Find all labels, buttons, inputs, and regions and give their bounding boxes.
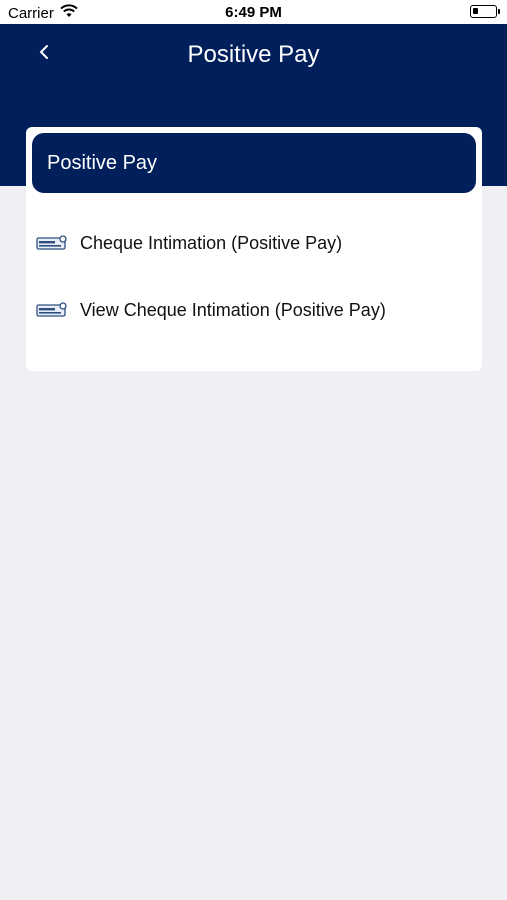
cheque-icon xyxy=(36,234,68,252)
menu-item-label: Cheque Intimation (Positive Pay) xyxy=(80,232,343,253)
cheque-icon xyxy=(36,301,68,319)
menu-item-cheque-intimation[interactable]: Cheque Intimation (Positive Pay) xyxy=(36,223,466,263)
status-bar: Carrier 6:49 PM xyxy=(0,0,507,24)
positive-pay-card: Positive Pay Cheque Intimation (Positive… xyxy=(26,127,482,371)
card-title: Positive Pay xyxy=(32,133,476,193)
status-time: 6:49 PM xyxy=(225,4,282,21)
battery-icon xyxy=(470,5,500,18)
menu-item-label: View Cheque Intimation (Positive Pay) xyxy=(80,299,386,320)
menu-item-view-cheque-intimation[interactable]: View Cheque Intimation (Positive Pay) xyxy=(36,290,466,330)
page-title: Positive Pay xyxy=(187,41,320,68)
